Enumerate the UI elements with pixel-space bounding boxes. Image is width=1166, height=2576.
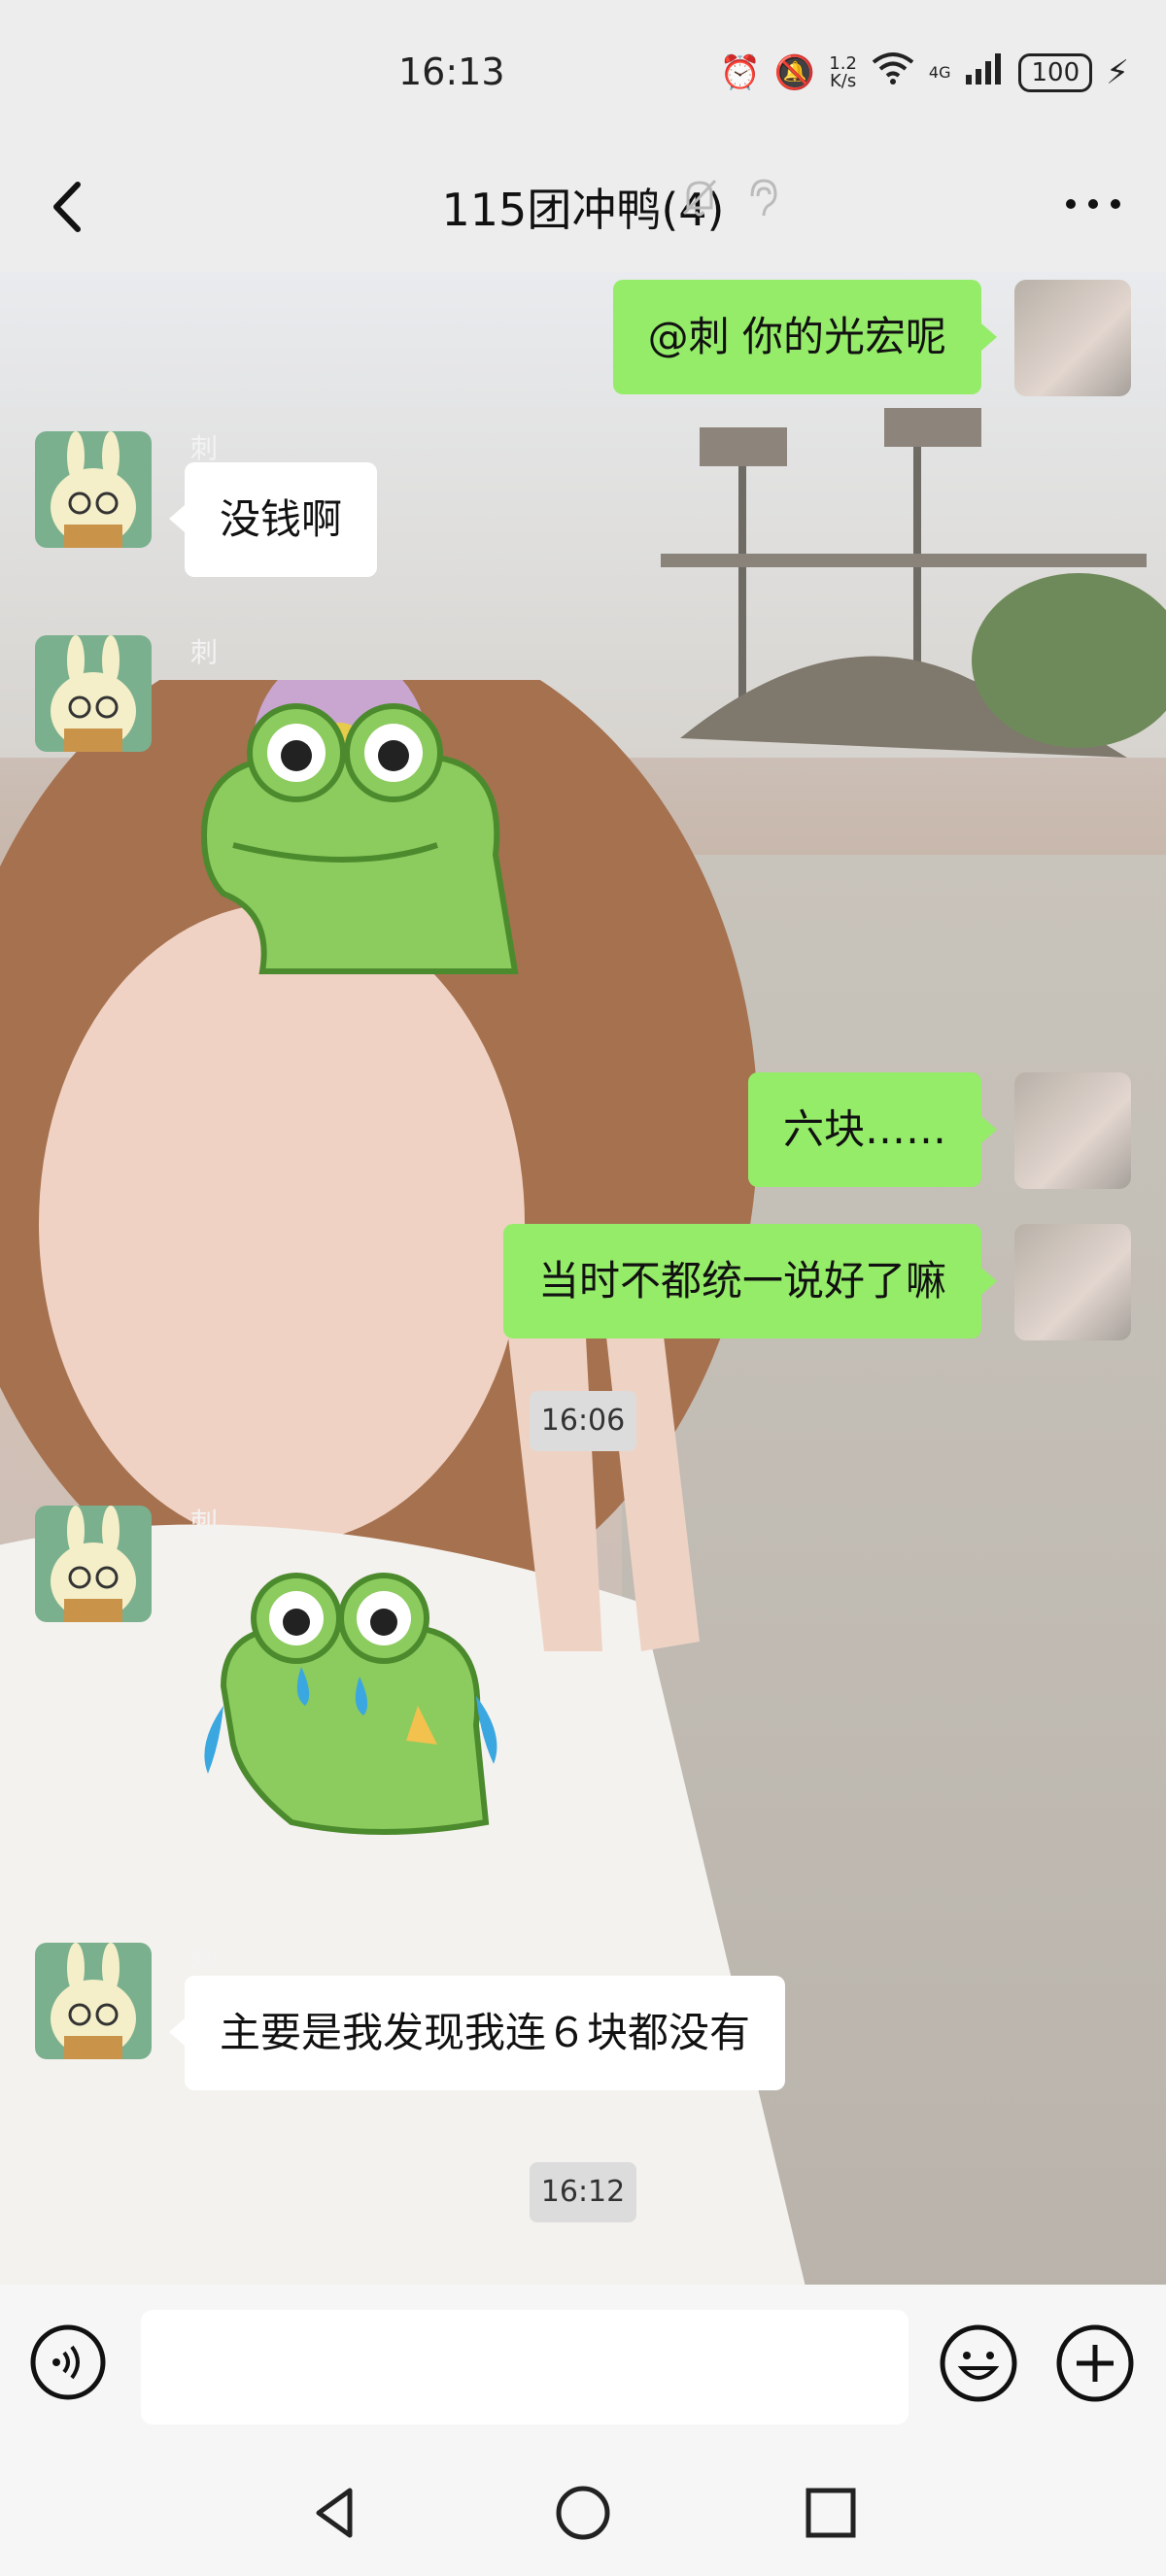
message-bubble[interactable]: @刺 你的光宏呢 [612,280,981,394]
message-row: 六块…… [0,1068,1166,1195]
voice-button[interactable] [29,2323,107,2401]
message-row: 刺 没钱啊 [0,427,1166,593]
message-row: 刺 [0,631,1166,1039]
emoji-button[interactable] [939,2323,1018,2403]
sender-name: 刺 [190,1507,219,1539]
alarm-icon: ⏰ [719,52,761,92]
timestamp-chip: 16:12 [530,2162,636,2222]
nav-recents-button[interactable] [797,2479,865,2547]
message-input[interactable] [141,2310,909,2424]
title-icons [680,177,779,220]
nav-back-button[interactable] [301,2479,369,2547]
friend-avatar[interactable] [35,1943,152,2059]
sender-name: 刺 [190,636,219,668]
status-bar: 16:13 ⏰ 🔕 1.2 K/s 4G 100 ⚡ [0,0,1166,146]
status-time: 16:13 [398,51,505,93]
message-bubble[interactable]: 主要是我发现我连６块都没有 [185,1976,786,2090]
message-row: 当时不都统一说好了嘛 [0,1220,1166,1346]
ear-icon [750,179,777,217]
friend-avatar[interactable] [35,1506,152,1622]
wifi-icon [871,51,915,94]
bell-off-icon [682,179,717,217]
message-row: 刺 [0,1502,1166,1910]
message-bubble[interactable]: 当时不都统一说好了嘛 [502,1224,981,1339]
more-dots-icon [1066,199,1120,209]
voice-icon [30,2324,106,2400]
plus-icon [1056,2324,1134,2402]
friend-avatar[interactable] [35,635,152,752]
charging-icon: ⚡ [1106,52,1129,92]
battery-indicator: 100 [1018,52,1093,92]
sender-name: 刺 [190,432,219,464]
my-avatar[interactable] [1014,1224,1131,1340]
status-icons: ⏰ 🔕 1.2 K/s 4G 100 ⚡ [720,51,1129,94]
triangle-back-icon [316,2488,353,2538]
signal-icon [964,51,1005,93]
chat-title[interactable]: 115团冲鸭(4) [0,175,1166,239]
more-button[interactable] [1059,175,1127,233]
message-row: @刺 你的光宏呢 [0,272,1166,398]
circle-home-icon [556,2486,610,2540]
emoji-icon [940,2324,1017,2402]
square-recents-icon [806,2488,856,2538]
system-nav-bar [0,2450,1166,2576]
sender-name: 刺 [190,1944,219,1976]
chat-area[interactable]: @刺 你的光宏呢 刺 没钱啊 刺 六块…… 当时不都统一说好了嘛 16:06 刺… [0,272,1166,2285]
net-speed: 1.2 K/s [829,52,857,91]
friend-avatar[interactable] [35,431,152,548]
plus-button[interactable] [1055,2323,1135,2403]
input-bar [0,2285,1166,2450]
chat-header: 115团冲鸭(4) [0,146,1166,272]
message-bubble[interactable]: 没钱啊 [185,462,378,577]
timestamp-chip: 16:06 [530,1391,636,1451]
crocodile-crying-sticker[interactable] [185,1550,534,1861]
nav-home-button[interactable] [549,2479,617,2547]
message-bubble[interactable]: 六块…… [747,1072,981,1187]
crocodile-smile-sticker[interactable] [185,690,534,981]
my-avatar[interactable] [1014,1072,1131,1189]
my-avatar[interactable] [1014,280,1131,396]
signal-label: 4G [928,62,951,82]
message-row: 刺 主要是我发现我连６块都没有 [0,1939,1166,2104]
mute-icon: 🔕 [773,52,816,92]
